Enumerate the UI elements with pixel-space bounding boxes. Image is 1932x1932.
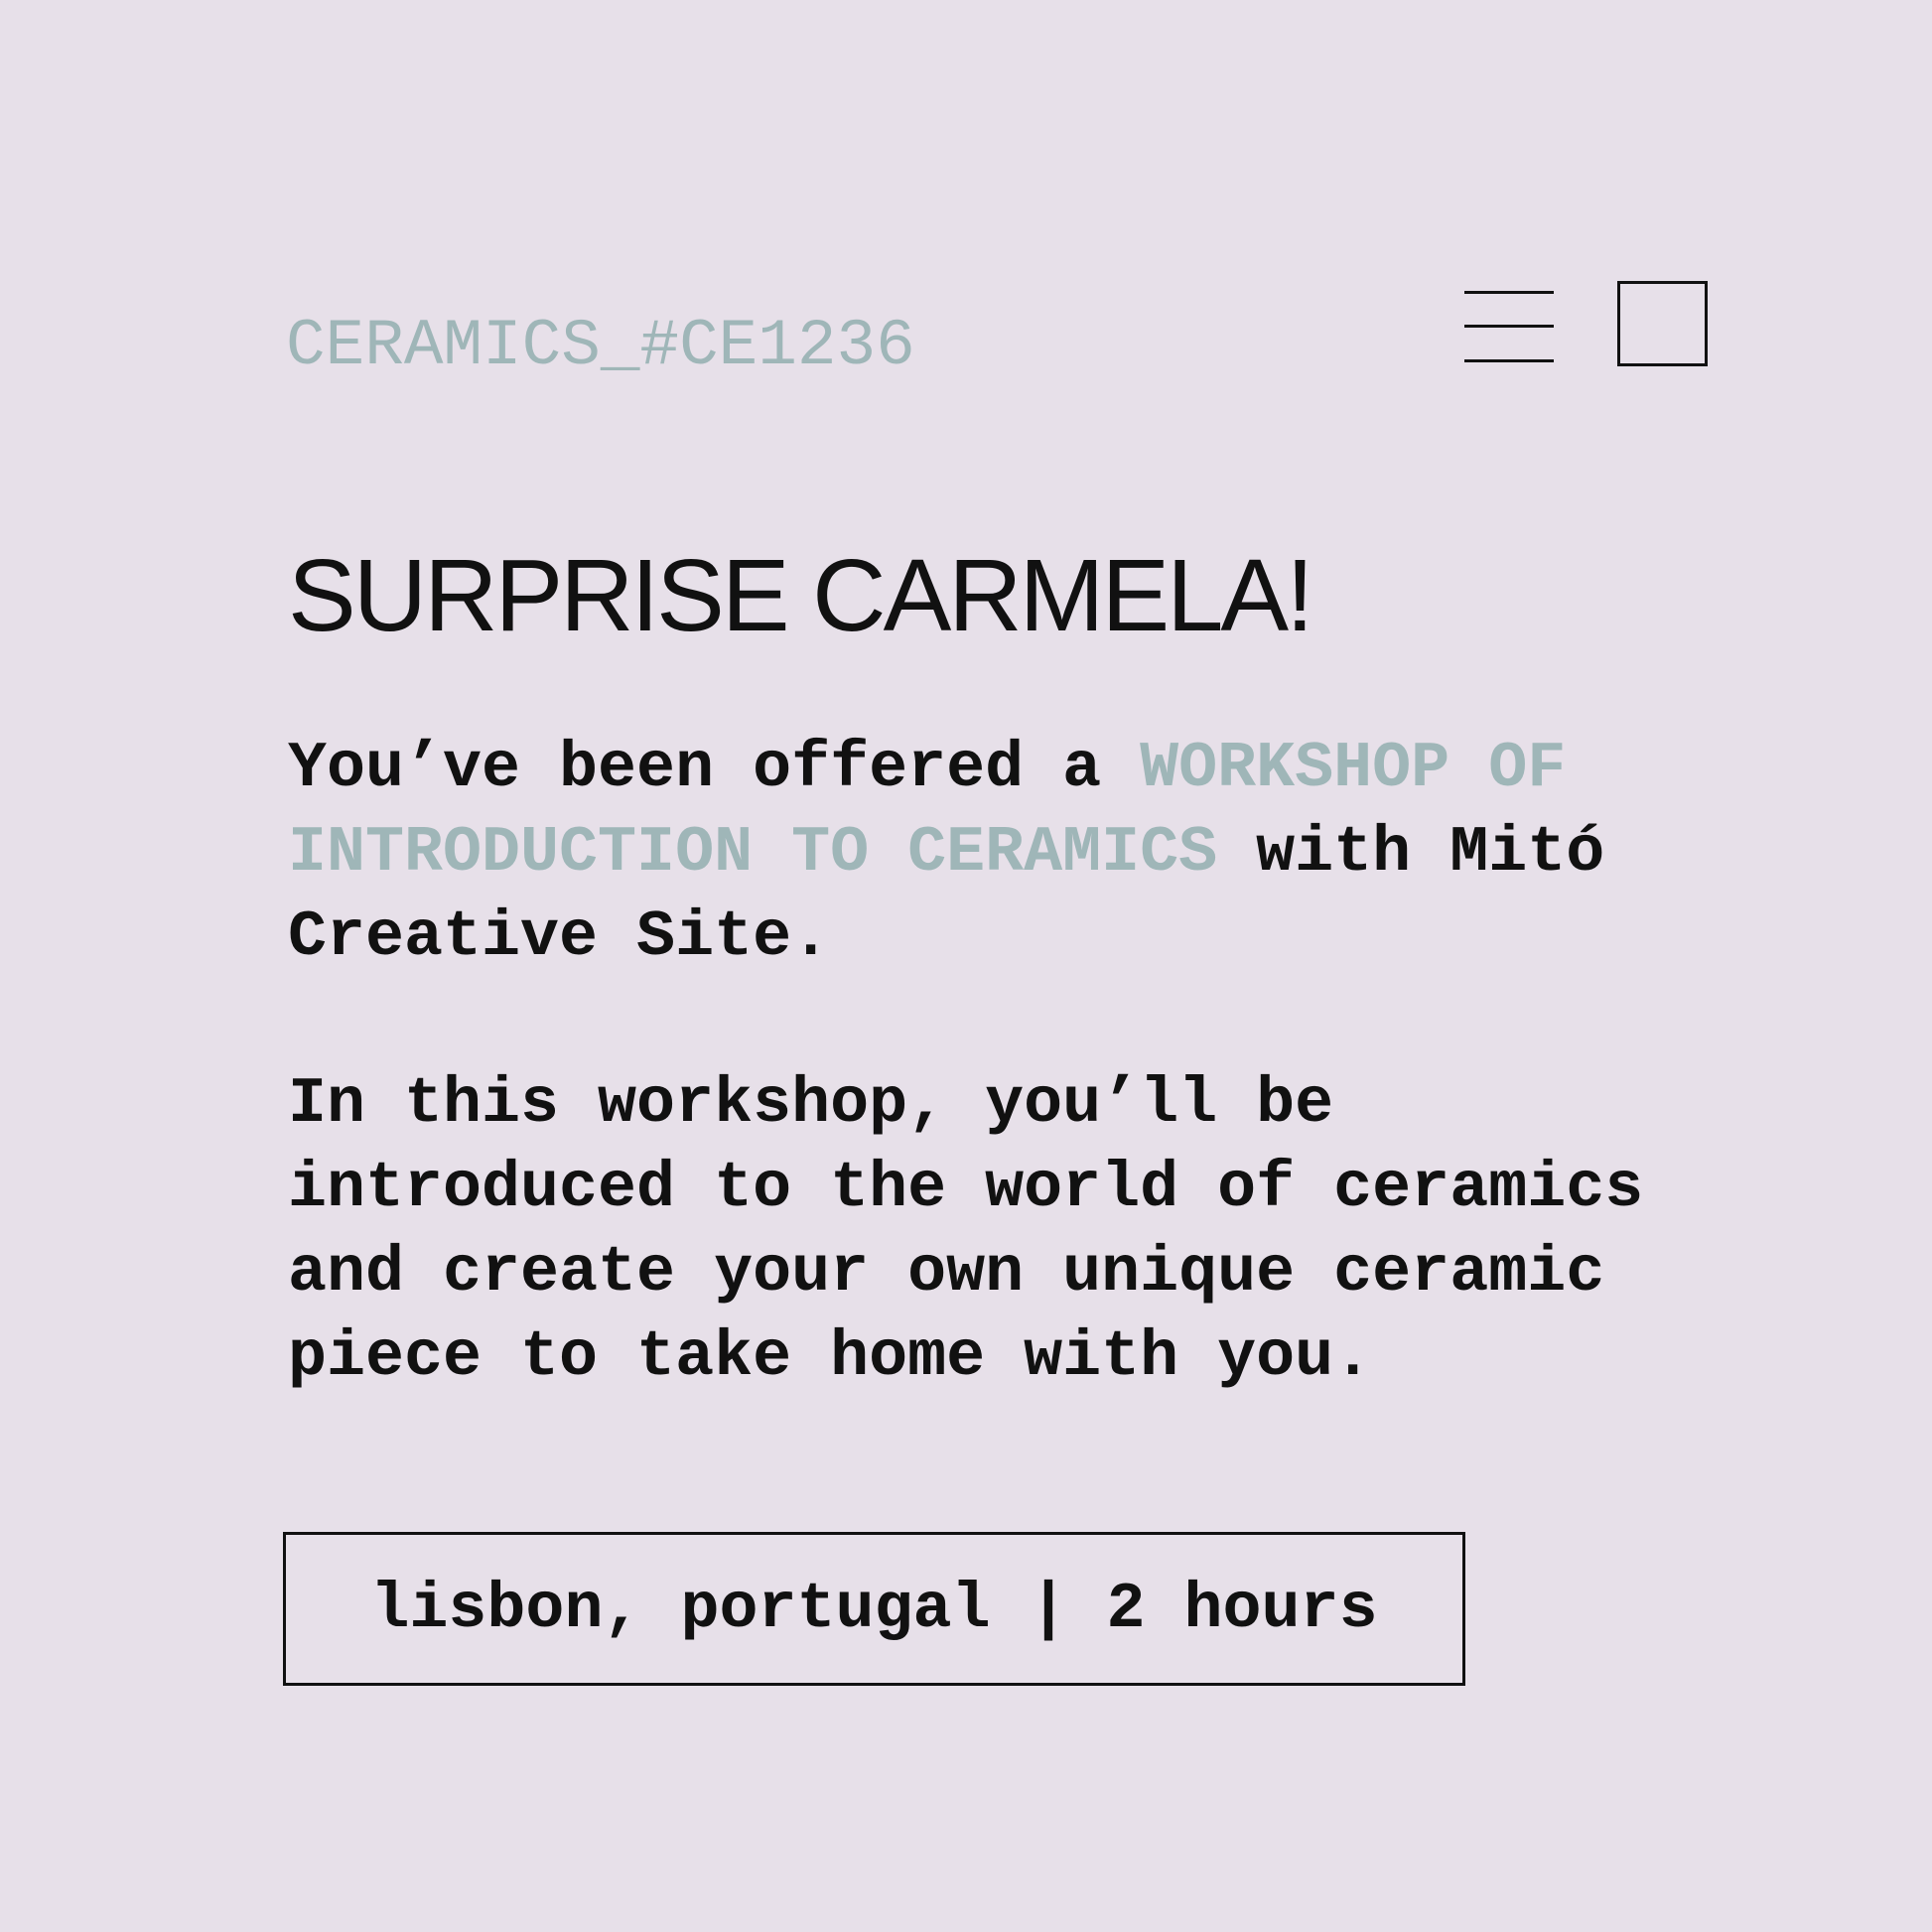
hamburger-menu-icon[interactable] [1464,289,1554,364]
menu-line [1464,325,1554,328]
location-duration-text: lisbon, portugal | 2 hours [370,1572,1378,1646]
location-duration-badge: lisbon, portugal | 2 hours [283,1532,1465,1686]
workshop-highlight: WORKSHOP OF [1140,732,1567,805]
intro-line-3: Creative Site. [288,900,831,974]
description-line: introduced to the world of ceramics [288,1152,1644,1225]
description-line: and create your own unique ceramic [288,1236,1605,1310]
square-outline-icon[interactable] [1617,281,1708,366]
menu-line [1464,291,1554,294]
description-paragraph: In this workshop, you’ll be introduced t… [288,1062,1643,1400]
workshop-highlight: INTRODUCTION TO CERAMICS [288,816,1218,890]
page-title: SURPRISE CARMELA! [288,538,1314,652]
description-line: piece to take home with you. [288,1320,1373,1394]
intro-line-2: INTRODUCTION TO CERAMICS with Mitó [288,811,1604,896]
product-code: CERAMICS_#CE1236 [286,309,915,383]
intro-text: You’ve been offered a [288,732,1141,805]
intro-line-1: You’ve been offered a WORKSHOP OF [288,727,1604,811]
description-line: In this workshop, you’ll be [288,1067,1334,1141]
intro-paragraph: You’ve been offered a WORKSHOP OF INTROD… [288,727,1604,980]
menu-line [1464,359,1554,362]
intro-text: with Mitó [1217,816,1605,890]
